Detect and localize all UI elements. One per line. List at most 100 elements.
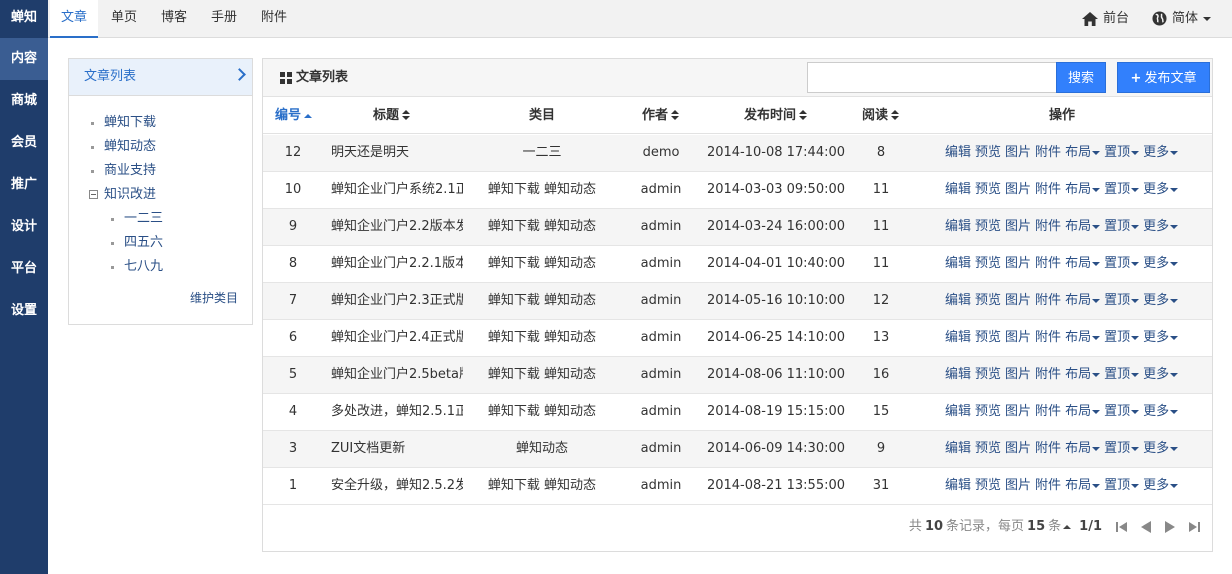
- action-preview-link[interactable]: 预览: [975, 441, 1001, 456]
- action-files-link[interactable]: 附件: [1035, 293, 1061, 308]
- action-images-link[interactable]: 图片: [1005, 478, 1031, 493]
- tab-attachments[interactable]: 附件: [250, 0, 298, 38]
- action-edit-link[interactable]: 编辑: [945, 182, 971, 197]
- column-views[interactable]: 阅读: [862, 97, 900, 134]
- action-more-dropdown[interactable]: 更多: [1143, 182, 1179, 197]
- action-sticky-dropdown[interactable]: 置顶: [1104, 256, 1140, 271]
- action-preview-link[interactable]: 预览: [975, 145, 1001, 160]
- action-edit-link[interactable]: 编辑: [945, 145, 971, 160]
- column-title[interactable]: 标题: [373, 97, 411, 134]
- action-files-link[interactable]: 附件: [1035, 441, 1061, 456]
- action-files-link[interactable]: 附件: [1035, 145, 1061, 160]
- cell-category[interactable]: 蝉知下载 蝉知动态: [477, 357, 607, 393]
- tree-item[interactable]: 四五六: [89, 231, 249, 255]
- action-images-link[interactable]: 图片: [1005, 293, 1031, 308]
- leftnav-item-content[interactable]: 内容: [0, 38, 48, 80]
- prev-page-icon[interactable]: [1140, 521, 1152, 533]
- cell-title[interactable]: 安全升级，蝉知2.5.2发: [331, 468, 463, 504]
- action-preview-link[interactable]: 预览: [975, 404, 1001, 419]
- action-more-dropdown[interactable]: 更多: [1143, 330, 1179, 345]
- action-preview-link[interactable]: 预览: [975, 182, 1001, 197]
- tab-pages[interactable]: 单页: [100, 0, 148, 38]
- action-edit-link[interactable]: 编辑: [945, 293, 971, 308]
- action-images-link[interactable]: 图片: [1005, 367, 1031, 382]
- action-images-link[interactable]: 图片: [1005, 441, 1031, 456]
- action-preview-link[interactable]: 预览: [975, 330, 1001, 345]
- column-date[interactable]: 发布时间: [744, 97, 808, 134]
- action-sticky-dropdown[interactable]: 置顶: [1104, 182, 1140, 197]
- action-edit-link[interactable]: 编辑: [945, 441, 971, 456]
- leftnav-item-platform[interactable]: 平台: [0, 248, 48, 290]
- action-images-link[interactable]: 图片: [1005, 404, 1031, 419]
- action-files-link[interactable]: 附件: [1035, 367, 1061, 382]
- action-preview-link[interactable]: 预览: [975, 219, 1001, 234]
- action-sticky-dropdown[interactable]: 置顶: [1104, 293, 1140, 308]
- cell-category[interactable]: 蝉知下载 蝉知动态: [477, 320, 607, 356]
- category-panel-header[interactable]: 文章列表: [69, 59, 252, 96]
- action-layout-dropdown[interactable]: 布局: [1065, 441, 1101, 456]
- tree-item-expanded[interactable]: 知识改进: [89, 183, 249, 207]
- action-images-link[interactable]: 图片: [1005, 145, 1031, 160]
- cell-title[interactable]: 蝉知企业门户系统2.1正: [331, 172, 463, 208]
- action-layout-dropdown[interactable]: 布局: [1065, 256, 1101, 271]
- cell-title[interactable]: 蝉知企业门户2.3正式版: [331, 283, 463, 319]
- tab-manual[interactable]: 手册: [200, 0, 248, 38]
- tree-item[interactable]: 一二三: [89, 207, 249, 231]
- action-layout-dropdown[interactable]: 布局: [1065, 330, 1101, 345]
- action-edit-link[interactable]: 编辑: [945, 478, 971, 493]
- action-sticky-dropdown[interactable]: 置顶: [1104, 330, 1140, 345]
- tab-blog[interactable]: 博客: [150, 0, 198, 38]
- action-more-dropdown[interactable]: 更多: [1143, 145, 1179, 160]
- action-layout-dropdown[interactable]: 布局: [1065, 182, 1101, 197]
- cell-category[interactable]: 一二三: [477, 135, 607, 171]
- brand-logo[interactable]: 蝉知: [0, 0, 48, 38]
- action-layout-dropdown[interactable]: 布局: [1065, 478, 1101, 493]
- leftnav-item-members[interactable]: 会员: [0, 122, 48, 164]
- action-more-dropdown[interactable]: 更多: [1143, 367, 1179, 382]
- publish-article-button[interactable]: + 发布文章: [1117, 62, 1210, 93]
- action-sticky-dropdown[interactable]: 置顶: [1104, 404, 1140, 419]
- cell-category[interactable]: 蝉知下载 蝉知动态: [477, 209, 607, 245]
- action-more-dropdown[interactable]: 更多: [1143, 404, 1179, 419]
- action-sticky-dropdown[interactable]: 置顶: [1104, 441, 1140, 456]
- action-sticky-dropdown[interactable]: 置顶: [1104, 367, 1140, 382]
- tree-item[interactable]: 蝉知下载: [89, 111, 249, 135]
- action-layout-dropdown[interactable]: 布局: [1065, 367, 1101, 382]
- action-files-link[interactable]: 附件: [1035, 182, 1061, 197]
- action-edit-link[interactable]: 编辑: [945, 404, 971, 419]
- action-more-dropdown[interactable]: 更多: [1143, 441, 1179, 456]
- action-layout-dropdown[interactable]: 布局: [1065, 219, 1101, 234]
- action-images-link[interactable]: 图片: [1005, 330, 1031, 345]
- cell-category[interactable]: 蝉知下载 蝉知动态: [477, 468, 607, 504]
- cell-title[interactable]: 蝉知企业门户2.4正式版: [331, 320, 463, 356]
- leftnav-item-settings[interactable]: 设置: [0, 290, 48, 332]
- action-images-link[interactable]: 图片: [1005, 219, 1031, 234]
- last-page-icon[interactable]: [1188, 521, 1200, 533]
- search-button[interactable]: 搜索: [1056, 62, 1106, 93]
- tree-item[interactable]: 蝉知动态: [89, 135, 249, 159]
- first-page-icon[interactable]: [1116, 521, 1128, 533]
- action-preview-link[interactable]: 预览: [975, 367, 1001, 382]
- action-files-link[interactable]: 附件: [1035, 330, 1061, 345]
- cell-category[interactable]: 蝉知下载 蝉知动态: [477, 246, 607, 282]
- action-preview-link[interactable]: 预览: [975, 478, 1001, 493]
- search-input[interactable]: [807, 62, 1057, 93]
- action-more-dropdown[interactable]: 更多: [1143, 256, 1179, 271]
- action-layout-dropdown[interactable]: 布局: [1065, 404, 1101, 419]
- cell-category[interactable]: 蝉知下载 蝉知动态: [477, 172, 607, 208]
- cell-category[interactable]: 蝉知下载 蝉知动态: [477, 283, 607, 319]
- action-files-link[interactable]: 附件: [1035, 404, 1061, 419]
- tab-articles[interactable]: 文章: [50, 0, 98, 38]
- action-more-dropdown[interactable]: 更多: [1143, 293, 1179, 308]
- action-more-dropdown[interactable]: 更多: [1143, 219, 1179, 234]
- column-author[interactable]: 作者: [642, 97, 680, 134]
- action-layout-dropdown[interactable]: 布局: [1065, 293, 1101, 308]
- cell-title[interactable]: 明天还是明天: [331, 135, 463, 171]
- action-more-dropdown[interactable]: 更多: [1143, 478, 1179, 493]
- tree-item[interactable]: 七八九: [89, 255, 249, 279]
- next-page-icon[interactable]: [1164, 521, 1176, 533]
- cell-category[interactable]: 蝉知动态: [477, 431, 607, 467]
- per-page-dropdown[interactable]: 15: [1027, 517, 1045, 537]
- cell-title[interactable]: 蝉知企业门户2.2版本发: [331, 209, 463, 245]
- cell-title[interactable]: 蝉知企业门户2.2.1版本: [331, 246, 463, 282]
